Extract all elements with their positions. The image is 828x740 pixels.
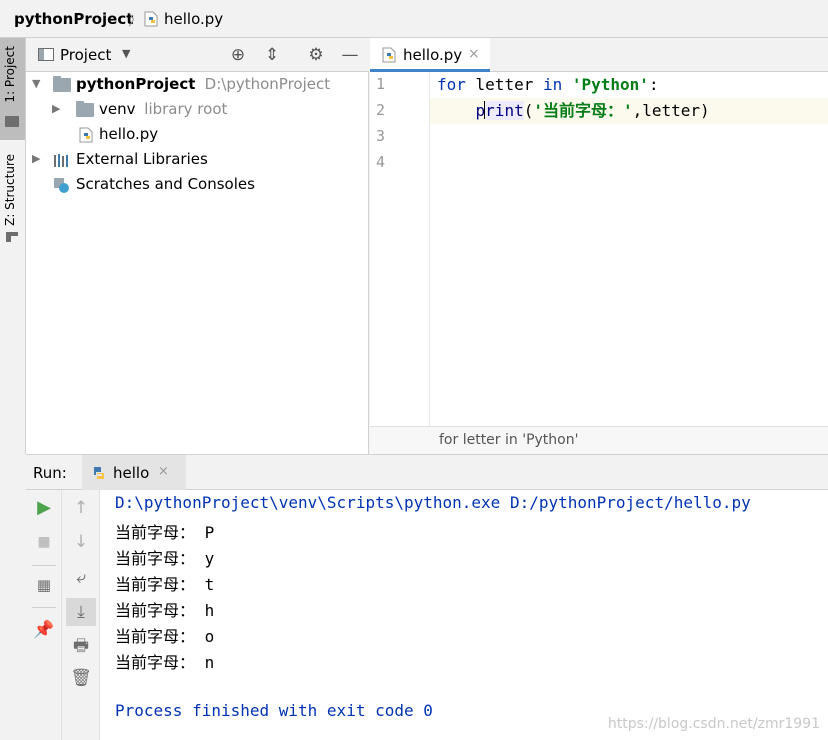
library-icon [54, 154, 68, 167]
close-icon[interactable]: × [468, 46, 480, 62]
close-icon[interactable]: × [158, 464, 169, 479]
line-number: 1 [376, 75, 386, 93]
tab-hello-py[interactable]: hello.py × [370, 38, 490, 72]
keyword-for: for [437, 75, 466, 94]
collapsed-arrow-icon[interactable]: ▶ [52, 102, 60, 115]
tree-item-label: External Libraries [76, 150, 208, 168]
chevron-down-icon[interactable]: ▼ [122, 47, 130, 60]
project-panel: Project ▼ ⊕ ⇕ ⚙ — ▼ pythonProject D:\pyt… [26, 38, 369, 454]
tree-item-hello-py[interactable]: hello.py [26, 122, 369, 147]
string-literal: 'Python' [571, 75, 649, 94]
console-command-line: D:\pythonProject\venv\Scripts\python.exe… [115, 493, 751, 512]
editor-breadcrumb[interactable]: for letter in 'Python' [370, 426, 828, 454]
tab-structure-label: Z: Structure [3, 154, 17, 226]
run-console[interactable]: D:\pythonProject\venv\Scripts\python.exe… [100, 490, 828, 740]
tab-project-label: 1: Project [3, 46, 17, 103]
code-line-2[interactable]: print('当前字母：',letter) [430, 98, 828, 124]
arrow-down-icon[interactable]: ↓ [69, 530, 93, 554]
tree-item-external-libraries[interactable]: ▶ External Libraries [26, 147, 369, 172]
nav-separator: 〉 [128, 11, 144, 29]
console-output-line: 当前字母： P [115, 523, 215, 542]
editor-area: hello.py × 1 2 3 4 for letter in 'Python… [370, 38, 828, 454]
run-tab-label: hello [113, 464, 150, 482]
nav-project-crumb[interactable]: pythonProject [14, 10, 133, 28]
function-name-rest: rint [485, 101, 524, 120]
run-action-strip: ▶ ■ ▦ 📌 [26, 490, 62, 740]
print-icon[interactable]: 🖶 [69, 634, 93, 658]
left-tool-strip: 1: Project Z: Structure [0, 38, 26, 454]
tree-item-path: D:\pythonProject [204, 75, 331, 93]
args-rest: ,letter) [632, 101, 710, 120]
stop-icon[interactable]: ■ [32, 530, 56, 554]
tree-item-note: library root [144, 100, 228, 118]
python-file-icon [79, 127, 93, 143]
scratches-icon [54, 178, 69, 193]
python-file-icon [382, 47, 396, 63]
project-view-icon [38, 48, 54, 61]
colon: : [648, 75, 659, 94]
tree-item-pythonproject[interactable]: ▼ pythonProject D:\pythonProject [26, 72, 369, 97]
divider [32, 565, 56, 566]
tab-project-tool[interactable]: 1: Project [0, 38, 25, 140]
tree-item-label: hello.py [99, 125, 159, 143]
run-label: Run: [33, 464, 67, 482]
collapse-all-icon[interactable]: ⇕ [262, 45, 282, 65]
collapsed-arrow-icon[interactable]: ▶ [32, 152, 40, 165]
gear-icon[interactable]: ⚙ [306, 45, 326, 65]
python-file-icon [144, 11, 158, 27]
watermark: https://blog.csdn.net/zmr1991 [607, 716, 820, 732]
minimize-icon[interactable]: — [340, 45, 360, 65]
console-output-line: 当前字母： o [115, 627, 215, 646]
project-panel-header: Project ▼ ⊕ ⇕ ⚙ — [26, 38, 369, 72]
paren-open: ( [523, 101, 534, 120]
console-output-line: 当前字母： t [115, 575, 215, 594]
scroll-to-end-icon[interactable]: ⤓ [66, 598, 96, 626]
console-output-line: 当前字母： y [115, 549, 215, 568]
console-output-line: 当前字母： h [115, 601, 215, 620]
console-exit-message: Process finished with exit code 0 [115, 701, 433, 720]
line-number: 3 [376, 127, 386, 145]
folder-icon [53, 76, 71, 92]
tree-item-label: pythonProject [76, 75, 196, 93]
tree-item-venv[interactable]: ▶ venv library root [26, 97, 369, 122]
line-number-gutter: 1 2 3 4 [370, 72, 430, 426]
expand-arrow-icon[interactable]: ▼ [32, 77, 40, 90]
folder-icon [5, 116, 19, 127]
divider [32, 607, 56, 608]
layout-icon[interactable]: ▦ [32, 573, 56, 597]
code-text-area[interactable]: for letter in 'Python': print('当前字母：',le… [430, 72, 828, 426]
breadcrumb-text: for letter in 'Python' [439, 432, 579, 448]
keyword-in: in [542, 75, 563, 94]
console-action-strip: ↑ ↓ ⤶ ⤓ 🖶 🗑 [62, 490, 100, 740]
pin-icon[interactable]: 📌 [32, 618, 56, 642]
identifier-letter: letter [465, 75, 543, 94]
line-number: 4 [376, 153, 386, 171]
python-icon [94, 467, 104, 479]
soft-wrap-icon[interactable]: ⤶ [69, 566, 93, 590]
folder-icon [76, 101, 94, 117]
locate-icon[interactable]: ⊕ [228, 45, 248, 65]
navigation-bar: pythonProject 〉 hello.py [0, 0, 828, 38]
structure-icon [6, 232, 18, 242]
editor-tab-bar: hello.py × [370, 38, 828, 72]
line-number: 2 [376, 101, 386, 119]
tree-item-label: Scratches and Consoles [76, 175, 255, 193]
arrow-up-icon[interactable]: ↑ [69, 496, 93, 520]
run-toolbar-header: Run: hello × [26, 454, 828, 491]
trash-icon[interactable]: 🗑 [69, 666, 93, 690]
console-output-line: 当前字母： n [115, 653, 215, 672]
string-literal: '当前字母：' [533, 101, 633, 120]
run-tab-hello[interactable]: hello × [82, 455, 186, 491]
rerun-play-icon[interactable]: ▶ [32, 496, 56, 520]
code-line-1[interactable]: for letter in 'Python': [430, 72, 828, 98]
tab-label: hello.py [403, 46, 463, 64]
tree-item-scratches[interactable]: Scratches and Consoles [26, 172, 369, 197]
tree-item-label: venv [99, 100, 136, 118]
nav-file-crumb[interactable]: hello.py [164, 10, 223, 28]
project-panel-title[interactable]: Project [60, 46, 111, 64]
tab-structure-tool[interactable]: Z: Structure [0, 148, 25, 248]
